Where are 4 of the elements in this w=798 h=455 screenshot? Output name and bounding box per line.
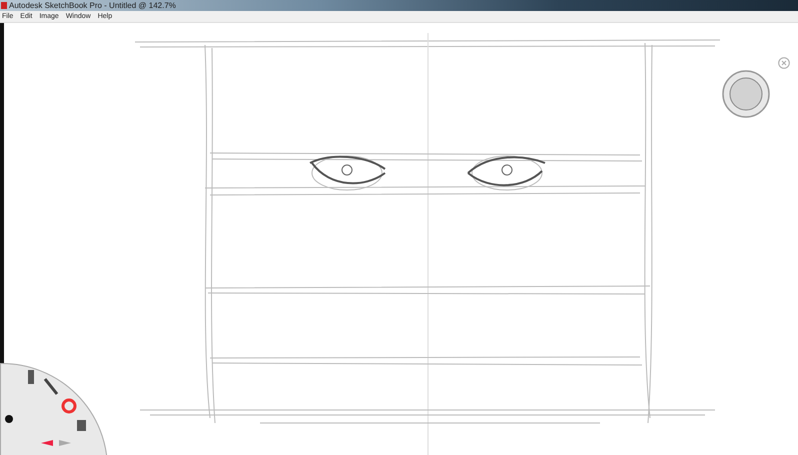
app-icon [1, 2, 7, 9]
brush-puck-icon[interactable] [721, 69, 771, 119]
window-title: Autodesk SketchBook Pro - Untitled @ 142.7% [9, 1, 176, 10]
close-icon[interactable] [778, 57, 790, 69]
